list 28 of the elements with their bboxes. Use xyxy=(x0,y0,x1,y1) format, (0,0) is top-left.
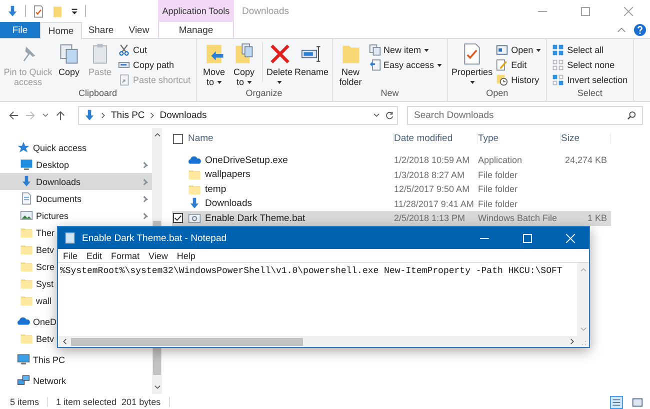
status-text: 5 items xyxy=(10,397,40,407)
group-label: Open xyxy=(485,87,510,100)
type-cell-text: File folder xyxy=(478,170,519,180)
type-cell-text: Windows Batch File xyxy=(478,213,558,224)
file-name: OneDriveSetup.exe xyxy=(205,154,288,166)
file-name: temp xyxy=(205,184,226,195)
type-cell-text: Application xyxy=(478,155,524,166)
size-cell: 1 KB xyxy=(587,213,607,224)
date-cell-text: 12/5/2017 9:50 AM xyxy=(394,184,471,194)
context-tab-group: Application Tools xyxy=(158,0,234,22)
status-text: 1 item selected xyxy=(56,397,117,407)
window-title: Enable Dark Theme.bat - Notepad xyxy=(82,232,227,244)
group-label: Select xyxy=(576,87,604,100)
size-cell: 24,274 KB xyxy=(564,155,607,166)
file-name: Enable Dark Theme.bat xyxy=(205,212,306,224)
file-name: wallpapers xyxy=(205,169,250,180)
status-text: 201 bytes xyxy=(122,397,161,407)
date-cell-text: 1/3/2018 8:27 AM xyxy=(394,170,466,180)
date-cell-text: 2/5/2018 1:13 PM xyxy=(394,213,466,224)
group-label: Clipboard xyxy=(78,87,118,100)
window-title: Downloads xyxy=(241,6,290,16)
type-cell-text: File folder xyxy=(478,184,519,194)
file-name: Downloads xyxy=(205,198,252,210)
group-label: Organize xyxy=(244,87,284,100)
date-cell-text: 1/2/2018 10:59 AM xyxy=(394,155,471,166)
date-cell-text: 11/28/2017 9:41 AM xyxy=(394,198,475,209)
group-label: New xyxy=(380,87,400,100)
type-cell-text: File folder xyxy=(478,198,519,209)
